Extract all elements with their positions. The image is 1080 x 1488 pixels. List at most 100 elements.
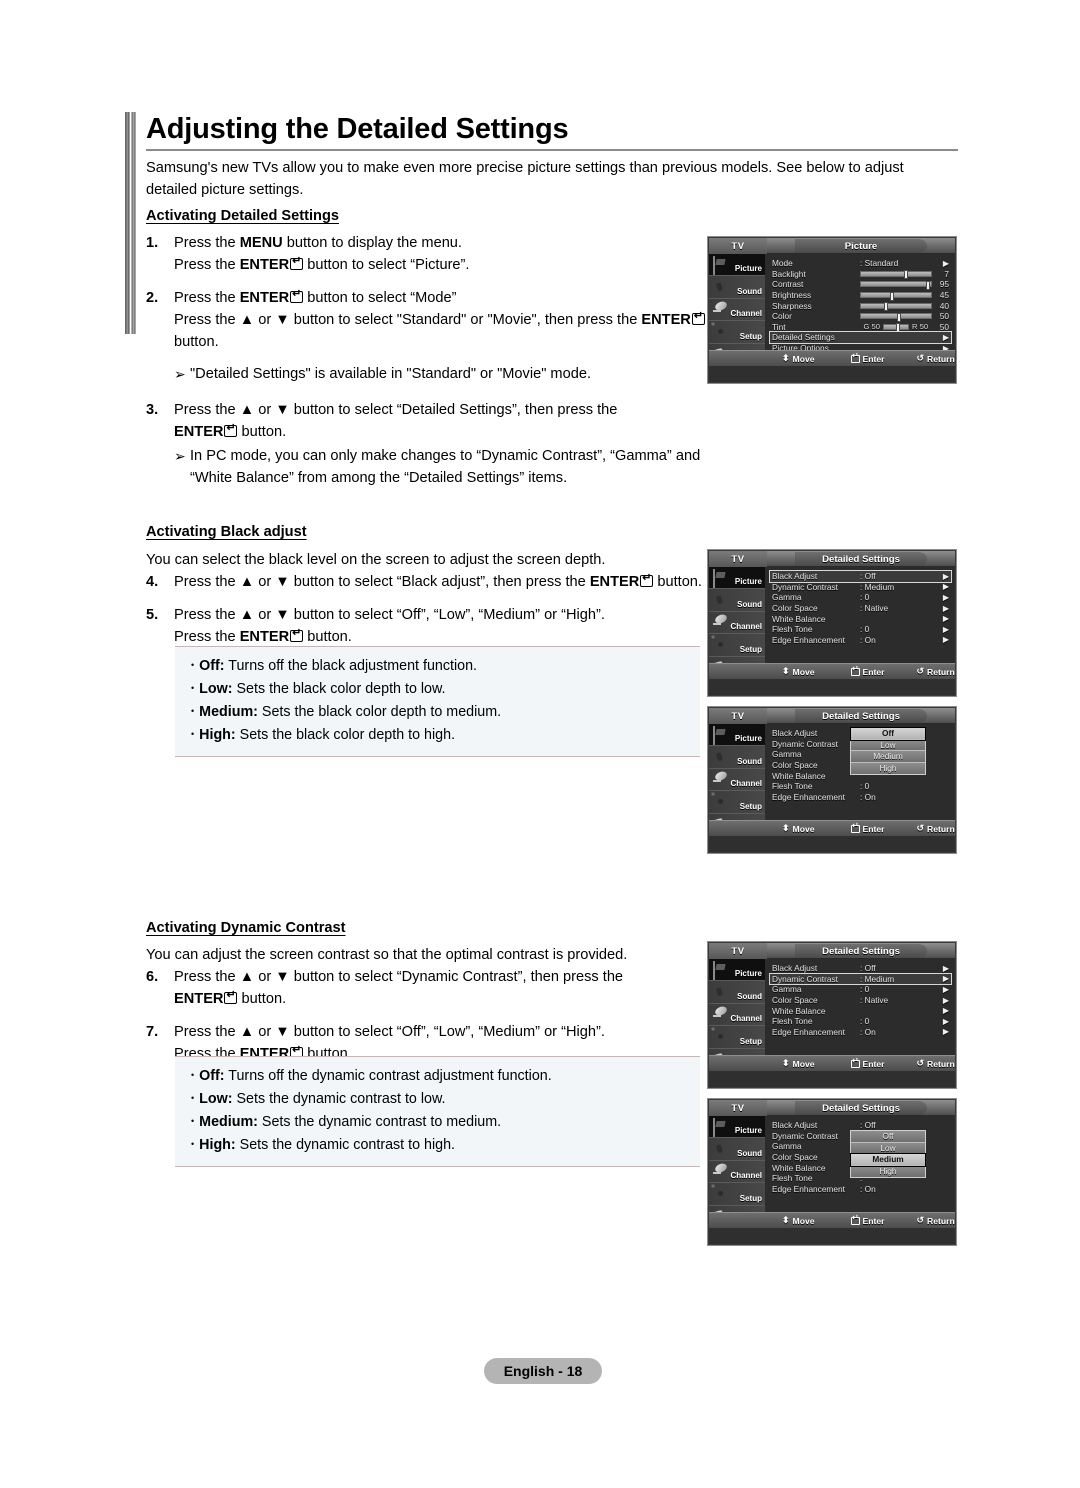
step-1: 1. Press the MENU button to display the … (146, 233, 706, 277)
osd-source-label: TV (709, 943, 767, 959)
menu-row[interactable]: Mode: Standard ▶ (770, 258, 951, 269)
menu-row[interactable]: Flesh Tone: 0 ▶ (770, 1016, 951, 1027)
menu-row-slider[interactable] (860, 302, 932, 312)
sidebar-item-channel[interactable]: Channel (709, 1004, 765, 1027)
help-move: ⬍ Move (782, 823, 815, 834)
enter-key: ENTER (174, 990, 224, 1007)
sidebar-item-setup[interactable]: Setup (709, 321, 765, 344)
sidebar-item-label: Channel (730, 622, 762, 632)
slider-track[interactable] (860, 291, 932, 301)
slider-knob[interactable] (895, 323, 900, 333)
sidebar-item-setup[interactable]: Setup (709, 634, 765, 657)
slider-track[interactable] (860, 270, 932, 280)
osd-helpbar: ⬍Move Enter ↺Return (709, 1212, 955, 1228)
menu-row-value: 7 (944, 268, 949, 279)
slider-track[interactable] (860, 280, 932, 290)
menu-row[interactable]: Color Space: Native ▶ (770, 603, 951, 614)
menu-row[interactable]: White Balance ▶ (770, 1005, 951, 1016)
menu-row-slider[interactable] (860, 291, 932, 301)
dropdown-option-low[interactable]: Low (851, 739, 925, 751)
help-enter: Enter (850, 352, 884, 364)
menu-row-slider[interactable]: G 50 R 50 (860, 322, 932, 333)
dropdown-option-off[interactable]: Off (851, 1131, 925, 1143)
sidebar-item-channel[interactable]: Channel (709, 1161, 765, 1184)
menu-row[interactable]: Backlight 7 (770, 269, 951, 280)
sidebar-item-sound[interactable]: Sound (709, 589, 765, 612)
menu-row[interactable]: Detailed Settings ▶ (769, 331, 952, 344)
menu-row[interactable]: Brightness 45 (770, 290, 951, 301)
sidebar-item-sound[interactable]: Sound (709, 981, 765, 1004)
slider-knob[interactable] (904, 270, 909, 280)
osd-source-label: TV (709, 708, 767, 724)
menu-row[interactable]: Tint G 50 R 50 50 (770, 322, 951, 333)
sidebar-item-channel[interactable]: Channel (709, 612, 765, 635)
sidebar-item-channel[interactable]: Channel (709, 769, 765, 792)
slider-track[interactable] (883, 323, 909, 333)
menu-row[interactable]: Gamma: 0 ▶ (770, 592, 951, 603)
dropdown-option-high[interactable]: High (851, 762, 925, 774)
menu-row[interactable]: Contrast 95 (770, 279, 951, 290)
dropdown-option-low[interactable]: Low (851, 1142, 925, 1154)
menu-row[interactable]: Flesh Tone: 0 ▶ (770, 624, 951, 635)
menu-row-label: Gamma (772, 1141, 802, 1152)
menu-row[interactable]: Flesh Tone: 0 (770, 781, 951, 792)
sidebar-item-channel[interactable]: Channel (709, 299, 765, 322)
setup-icon (713, 1186, 730, 1201)
menu-row[interactable]: Black Adjust: Off (770, 1120, 951, 1131)
sidebar-item-setup[interactable]: Setup (709, 791, 765, 814)
dropdown-option-off[interactable]: Off (850, 727, 926, 741)
menu-row[interactable]: Black Adjust: Off ▶ (769, 570, 952, 583)
menu-row[interactable]: White Balance ▶ (770, 613, 951, 624)
menu-row[interactable]: Edge Enhancement: On (770, 792, 951, 803)
sidebar-item-picture[interactable]: Picture (709, 254, 765, 277)
slider-track[interactable] (860, 312, 932, 322)
menu-row-slider[interactable] (860, 312, 932, 322)
sidebar-item-picture[interactable]: Picture (709, 959, 765, 982)
sidebar-item-setup[interactable]: Setup (709, 1183, 765, 1206)
help-enter: Enter (850, 1057, 884, 1069)
sidebar-item-sound[interactable]: Sound (709, 276, 765, 299)
menu-row[interactable]: Gamma: 0 ▶ (770, 984, 951, 995)
chevron-right-icon: ▶ (942, 995, 949, 1005)
sidebar-item-sound[interactable]: Sound (709, 746, 765, 769)
slider-knob[interactable] (884, 302, 889, 312)
options-dropdown[interactable]: Off Low Medium High (850, 1130, 926, 1178)
slider-track[interactable] (860, 302, 932, 312)
enter-key: ENTER (239, 256, 290, 273)
options-dropdown[interactable]: Off Low Medium High (850, 727, 926, 775)
menu-row[interactable]: Edge Enhancement: On ▶ (770, 1027, 951, 1038)
sidebar-item-sound[interactable]: Sound (709, 1138, 765, 1161)
menu-row[interactable]: Dynamic Contrast: Medium ▶ (769, 972, 952, 986)
slider-knob[interactable] (890, 291, 895, 301)
note-item: Off: Turns off the black adjustment func… (191, 655, 700, 678)
note-text: In PC mode, you can only make changes to… (190, 448, 701, 487)
osd-source-label: TV (709, 238, 767, 254)
menu-row-slider[interactable] (860, 270, 932, 280)
note-pc-mode: ➢ In PC mode, you can only make changes … (174, 446, 706, 490)
menu-row[interactable]: Edge Enhancement: On (770, 1184, 951, 1195)
slider-knob[interactable] (926, 280, 931, 290)
dropdown-option-medium[interactable]: Medium (850, 1153, 926, 1167)
menu-row[interactable]: Color Space: Native ▶ (770, 995, 951, 1006)
enter-key: ENTER (174, 424, 224, 441)
note-item: Medium: Sets the black color depth to me… (191, 701, 700, 724)
text: button to select “Mode” (303, 289, 457, 306)
dropdown-option-high[interactable]: High (851, 1165, 925, 1177)
osd-helpbar: ⬍Move Enter ↺Return (709, 1055, 955, 1071)
menu-row[interactable]: Dynamic Contrast: Medium ▶ (770, 582, 951, 593)
menu-row[interactable]: Color 50 (770, 311, 951, 322)
sidebar-item-picture[interactable]: Picture (709, 724, 765, 747)
menu-row[interactable]: Black Adjust: Off ▶ (770, 963, 951, 974)
dropdown-option-medium[interactable]: Medium (851, 751, 925, 763)
slider-knob[interactable] (897, 312, 902, 322)
sidebar-item-picture[interactable]: Picture (709, 1116, 765, 1139)
sidebar-item-setup[interactable]: Setup (709, 1026, 765, 1049)
sound-icon (713, 280, 730, 295)
menu-row[interactable]: Sharpness 40 (770, 300, 951, 312)
menu-row-slider[interactable] (860, 280, 932, 290)
picture-icon (713, 726, 730, 746)
menu-row[interactable]: Edge Enhancement: On ▶ (770, 635, 951, 646)
osd-helpbar: ⬍Move Enter ↺Return (709, 350, 955, 366)
menu-row-value: : Off (860, 571, 876, 582)
sidebar-item-picture[interactable]: Picture (709, 567, 765, 590)
